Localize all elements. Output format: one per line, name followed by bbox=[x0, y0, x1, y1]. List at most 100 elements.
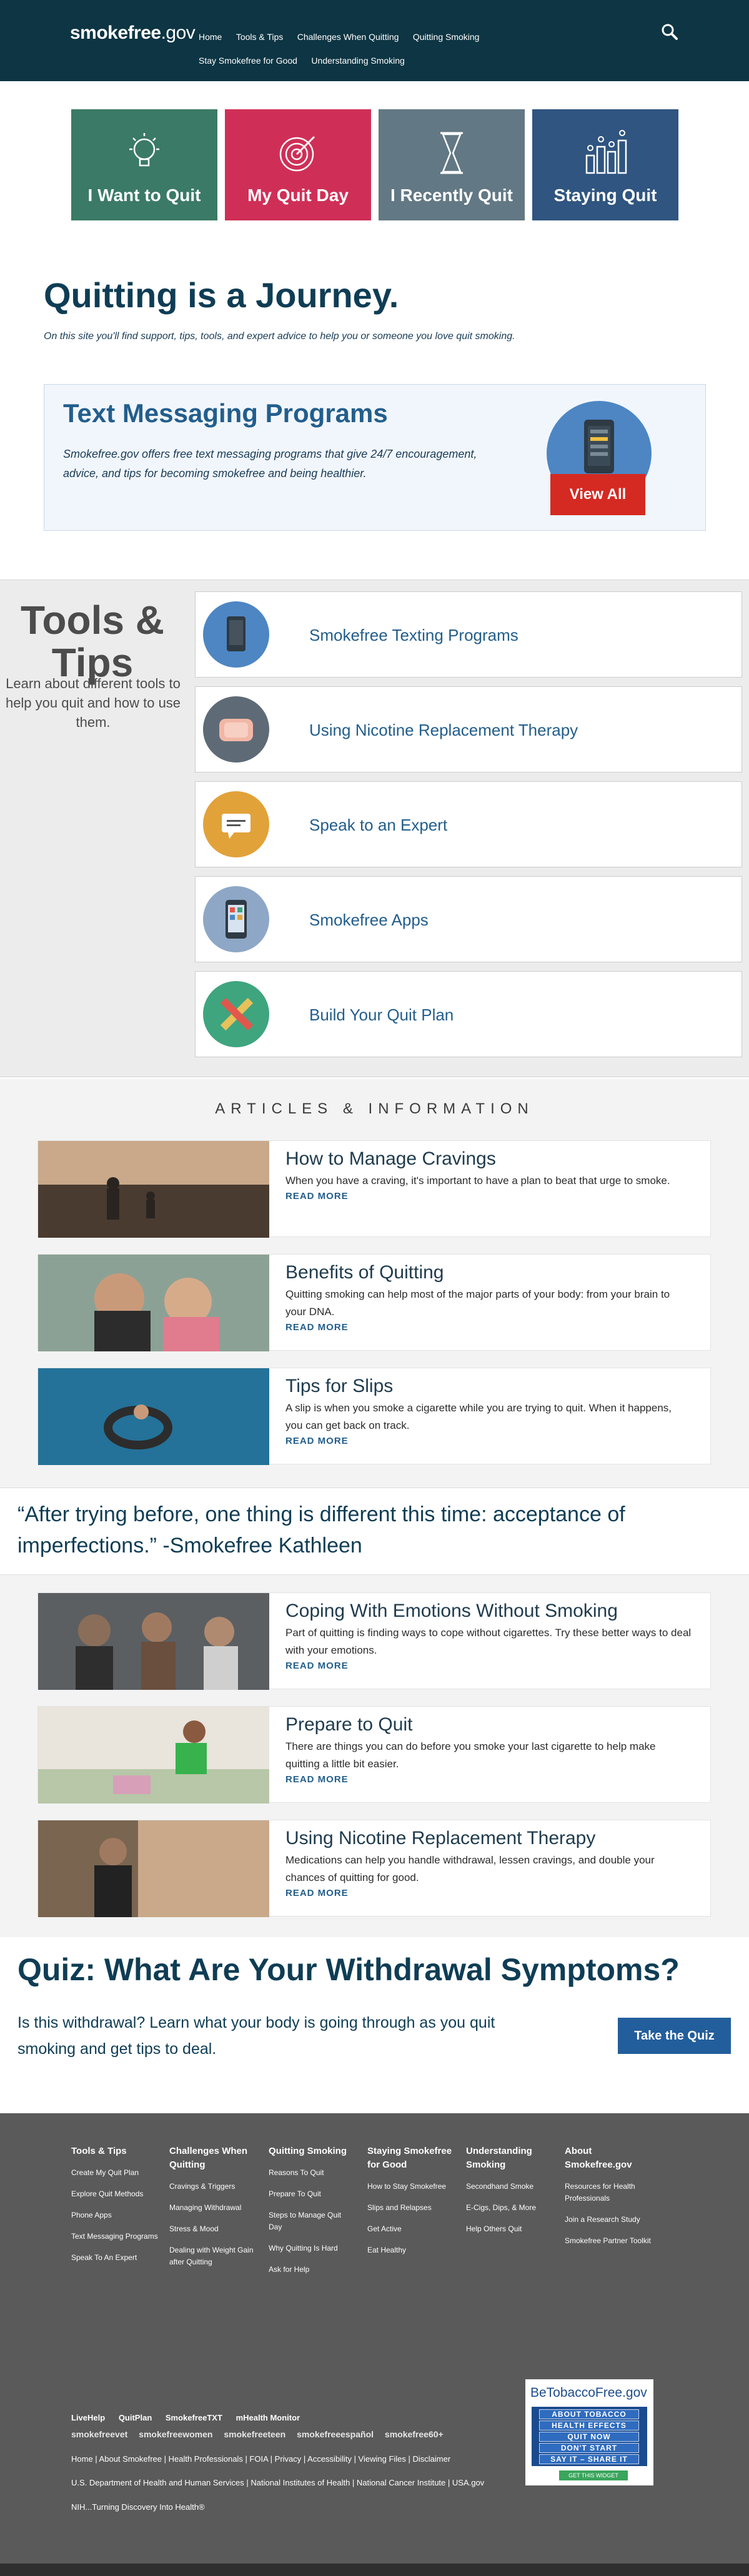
article-title[interactable]: Coping With Emotions Without Smoking bbox=[285, 1601, 618, 1622]
footer-col-title[interactable]: Quitting Smoking bbox=[269, 2144, 356, 2158]
read-more-link[interactable]: READ MORE bbox=[285, 1774, 349, 1785]
footer-col-title[interactable]: Staying Smokefree for Good bbox=[367, 2144, 455, 2172]
article-card[interactable]: Tips for Slips A slip is when you smoke … bbox=[37, 1368, 711, 1465]
site-logo[interactable]: smokefree.gov bbox=[70, 22, 196, 44]
footer-programs: LiveHelp QuitPlan SmokefreeTXT mHealth M… bbox=[71, 2413, 311, 2422]
article-thumbnail[interactable] bbox=[38, 1255, 269, 1351]
footer-program-link[interactable]: mHealth Monitor bbox=[236, 2413, 300, 2422]
brand-link[interactable]: smokefreeteen bbox=[224, 2429, 285, 2439]
footer-program-link[interactable]: SmokefreeTXT bbox=[166, 2413, 222, 2422]
article-card[interactable]: Prepare to Quit There are things you can… bbox=[37, 1706, 711, 1804]
tool-quit-plan[interactable]: Build Your Quit Plan bbox=[195, 971, 742, 1057]
article-thumbnail[interactable] bbox=[38, 1141, 269, 1238]
article-card[interactable]: How to Manage Cravings When you have a c… bbox=[37, 1140, 711, 1238]
brand-link[interactable]: smokefreevet bbox=[71, 2429, 127, 2439]
widget-row[interactable]: ABOUT TOBACCO bbox=[539, 2409, 639, 2419]
read-more-link[interactable]: READ MORE bbox=[285, 1191, 349, 1202]
footer-link[interactable]: Why Quitting Is Hard bbox=[269, 2243, 356, 2254]
footer-link[interactable]: Slips and Relapses bbox=[367, 2202, 455, 2214]
footer-link[interactable]: Cravings & Triggers bbox=[169, 2181, 257, 2193]
article-title[interactable]: Tips for Slips bbox=[285, 1376, 393, 1397]
article-card[interactable]: Using Nicotine Replacement Therapy Medic… bbox=[37, 1820, 711, 1917]
footer-col-title[interactable]: Understanding Smoking bbox=[466, 2144, 553, 2172]
footer-link[interactable]: Prepare To Quit bbox=[269, 2188, 356, 2200]
footer-link[interactable]: Speak To An Expert bbox=[71, 2252, 159, 2264]
nav-understanding-smoking[interactable]: Understanding Smoking bbox=[311, 49, 404, 72]
tile-want-to-quit[interactable]: I Want to Quit bbox=[71, 109, 217, 220]
footer-col-title[interactable]: Tools & Tips bbox=[71, 2144, 159, 2158]
footer-link[interactable]: Create My Quit Plan bbox=[71, 2167, 159, 2179]
article-title[interactable]: Prepare to Quit bbox=[285, 1714, 412, 1735]
footer-link[interactable]: Smokefree Partner Toolkit bbox=[565, 2235, 652, 2247]
footer-link[interactable]: Dealing with Weight Gain after Quitting bbox=[169, 2244, 257, 2268]
footer-link[interactable]: Ask for Help bbox=[269, 2264, 356, 2276]
footer-program-link[interactable]: LiveHelp bbox=[71, 2413, 105, 2422]
tool-texting[interactable]: Smokefree Texting Programs bbox=[195, 591, 742, 678]
texting-panel: Text Messaging Programs Smokefree.gov of… bbox=[44, 384, 706, 531]
tile-recently-quit[interactable]: I Recently Quit bbox=[379, 109, 525, 220]
footer-link[interactable]: Join a Research Study bbox=[565, 2214, 652, 2226]
read-more-link[interactable]: READ MORE bbox=[285, 1436, 349, 1446]
tool-apps[interactable]: Smokefree Apps bbox=[195, 876, 742, 962]
footer-program-link[interactable]: QuitPlan bbox=[119, 2413, 152, 2422]
footer-link[interactable]: Text Messaging Programs bbox=[71, 2231, 159, 2243]
article-thumbnail[interactable] bbox=[38, 1593, 269, 1690]
footer-link[interactable]: E-Cigs, Dips, & More bbox=[466, 2202, 553, 2214]
view-all-button[interactable]: View All bbox=[550, 474, 645, 515]
footer-link[interactable]: Eat Healthy bbox=[367, 2244, 455, 2256]
article-title[interactable]: Using Nicotine Replacement Therapy bbox=[285, 1828, 595, 1849]
article-thumbnail[interactable] bbox=[38, 1707, 269, 1804]
tile-my-quit-day[interactable]: My Quit Day bbox=[225, 109, 371, 220]
brand-link[interactable]: smokefreewomen bbox=[139, 2429, 212, 2439]
get-widget-button[interactable]: GET THIS WIDGET bbox=[559, 2470, 628, 2480]
article-title[interactable]: How to Manage Cravings bbox=[285, 1148, 496, 1170]
article-card[interactable]: Benefits of Quitting Quitting smoking ca… bbox=[37, 1254, 711, 1351]
nav-challenges[interactable]: Challenges When Quitting bbox=[297, 25, 399, 49]
read-more-link[interactable]: READ MORE bbox=[285, 1888, 349, 1898]
article-title[interactable]: Benefits of Quitting bbox=[285, 1262, 444, 1283]
footer-link[interactable]: How to Stay Smokefree bbox=[367, 2181, 455, 2193]
article-thumbnail[interactable] bbox=[38, 1368, 269, 1465]
footer-link[interactable]: Get Active bbox=[367, 2223, 455, 2235]
nav-stay-smokefree[interactable]: Stay Smokefree for Good bbox=[199, 49, 297, 72]
widget-row[interactable]: QUIT NOW bbox=[539, 2432, 639, 2442]
search-button[interactable] bbox=[660, 22, 679, 41]
footer-gov-links[interactable]: U.S. Department of Health and Human Serv… bbox=[71, 2478, 484, 2487]
footer-link[interactable]: Phone Apps bbox=[71, 2209, 159, 2221]
footer-link[interactable]: Resources for Health Professionals bbox=[565, 2181, 652, 2204]
nav-tools-tips[interactable]: Tools & Tips bbox=[236, 25, 283, 49]
tool-label: Speak to an Expert bbox=[309, 816, 448, 834]
tool-expert[interactable]: Speak to an Expert bbox=[195, 781, 742, 867]
footer-col-tools: Tools & Tips Create My Quit Plan Explore… bbox=[71, 2144, 159, 2273]
footer-link[interactable]: Secondhand Smoke bbox=[466, 2181, 553, 2193]
widget-row[interactable]: SAY IT – SHARE IT bbox=[539, 2454, 639, 2464]
footer-site-links[interactable]: Home | About Smokefree | Health Professi… bbox=[71, 2454, 450, 2464]
read-more-link[interactable]: READ MORE bbox=[285, 1661, 349, 1671]
brand-link[interactable]: smokefreeespañol bbox=[297, 2429, 374, 2439]
texting-title[interactable]: Text Messaging Programs bbox=[63, 398, 388, 428]
article-thumbnail[interactable] bbox=[38, 1820, 269, 1917]
betobaccofree-widget[interactable]: BeTobaccoFree.gov ABOUT TOBACCO HEALTH E… bbox=[525, 2379, 653, 2485]
articles-heading: ARTICLES & INFORMATION bbox=[215, 1100, 534, 1117]
footer-link[interactable]: Help Others Quit bbox=[466, 2223, 553, 2235]
main-nav: Home Tools & Tips Challenges When Quitti… bbox=[199, 25, 586, 72]
brand-link[interactable]: smokefree60+ bbox=[385, 2429, 444, 2439]
nav-quitting-smoking[interactable]: Quitting Smoking bbox=[413, 25, 480, 49]
footer-col-title[interactable]: About Smokefree.gov bbox=[565, 2144, 652, 2172]
read-more-link[interactable]: READ MORE bbox=[285, 1322, 349, 1333]
footer-link[interactable]: Steps to Manage Quit Day bbox=[269, 2209, 356, 2233]
widget-row[interactable]: DON'T START bbox=[539, 2443, 639, 2453]
article-card[interactable]: Coping With Emotions Without Smoking Par… bbox=[37, 1592, 711, 1690]
footer-link[interactable]: Managing Withdrawal bbox=[169, 2202, 257, 2214]
nav-home[interactable]: Home bbox=[199, 25, 222, 49]
footer-link[interactable]: Reasons To Quit bbox=[269, 2167, 356, 2179]
tool-nrt[interactable]: Using Nicotine Replacement Therapy bbox=[195, 686, 742, 772]
hero-tiles: I Want to Quit My Quit Day I Recently Qu… bbox=[71, 109, 678, 220]
tools-subtitle: Learn about different tools to help you … bbox=[5, 676, 181, 730]
footer-link[interactable]: Stress & Mood bbox=[169, 2223, 257, 2235]
footer-col-title[interactable]: Challenges When Quitting bbox=[169, 2144, 257, 2172]
take-quiz-button[interactable]: Take the Quiz bbox=[618, 2018, 731, 2054]
widget-row[interactable]: HEALTH EFFECTS bbox=[539, 2421, 639, 2430]
tile-staying-quit[interactable]: Staying Quit bbox=[532, 109, 678, 220]
footer-link[interactable]: Explore Quit Methods bbox=[71, 2188, 159, 2200]
